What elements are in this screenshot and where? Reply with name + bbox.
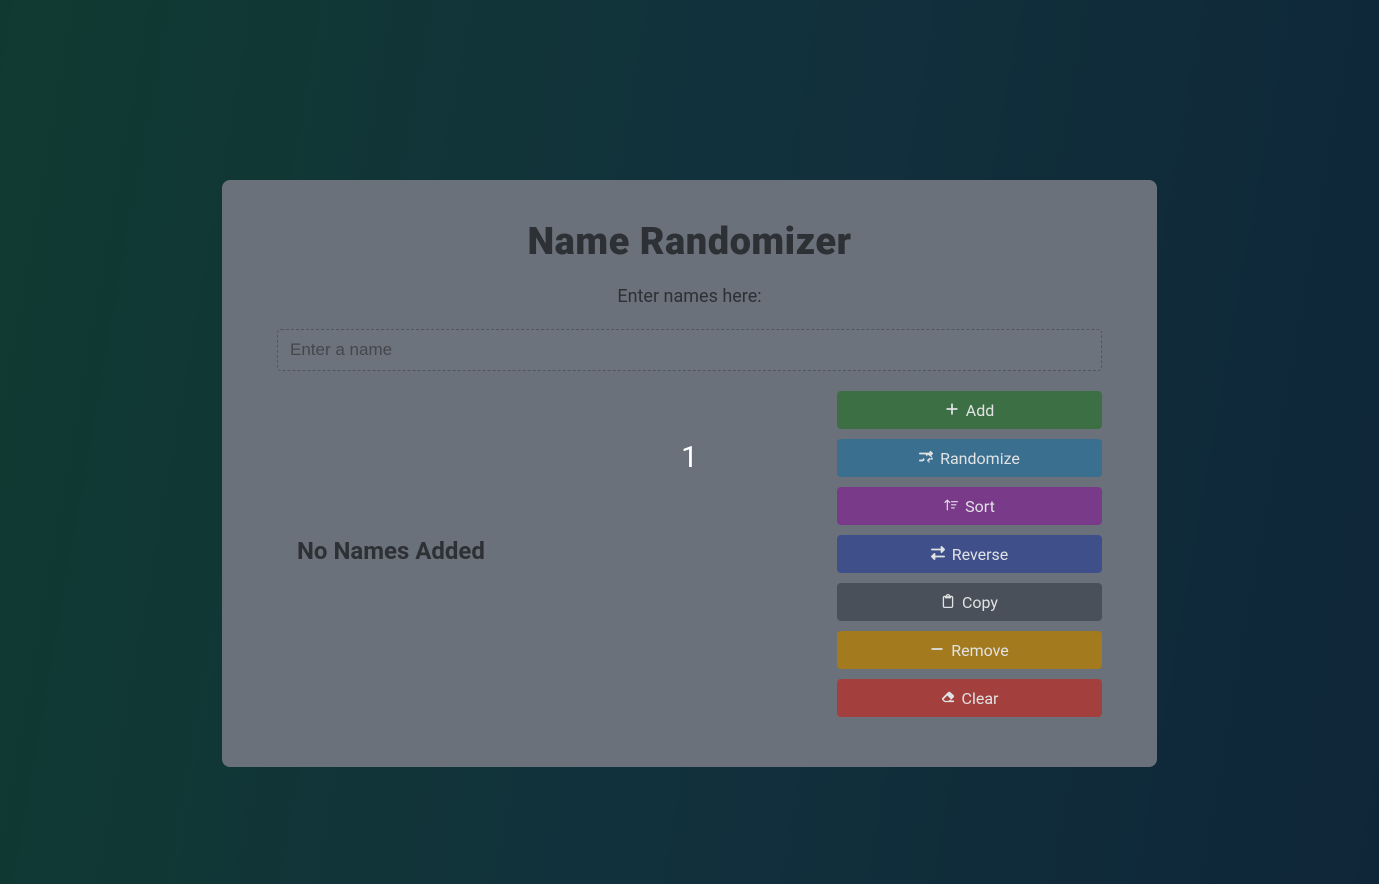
minus-icon [930, 641, 944, 660]
reverse-button-label: Reverse [952, 545, 1009, 564]
name-input[interactable] [277, 329, 1102, 371]
remove-button-label: Remove [951, 641, 1009, 660]
randomize-button-label: Randomize [940, 449, 1020, 468]
empty-state-message: No Names Added [297, 537, 485, 565]
clear-button[interactable]: Clear [837, 679, 1102, 717]
clipboard-icon [941, 593, 955, 612]
randomize-button[interactable]: Randomize [837, 439, 1102, 477]
names-list-pane: No Names Added [277, 391, 797, 711]
copy-button[interactable]: Copy [837, 583, 1102, 621]
clear-button-label: Clear [962, 689, 999, 708]
app-card: Name Randomizer Enter names here: No Nam… [222, 180, 1157, 767]
eraser-icon [941, 689, 955, 708]
sort-icon [944, 497, 958, 516]
plus-icon [945, 401, 959, 420]
shuffle-icon [919, 449, 933, 468]
modal-overlay: Name Randomizer Enter names here: No Nam… [0, 0, 1379, 884]
input-prompt: Enter names here: [277, 286, 1102, 307]
action-buttons-column: Add Randomize Sort [837, 391, 1102, 717]
app-title: Name Randomizer [277, 220, 1102, 264]
add-button[interactable]: Add [837, 391, 1102, 429]
sort-button-label: Sort [965, 497, 995, 516]
add-button-label: Add [966, 401, 994, 420]
copy-button-label: Copy [962, 593, 998, 612]
sort-button[interactable]: Sort [837, 487, 1102, 525]
content-row: No Names Added Add Randomize [277, 391, 1102, 717]
exchange-icon [931, 545, 945, 564]
reverse-button[interactable]: Reverse [837, 535, 1102, 573]
remove-button[interactable]: Remove [837, 631, 1102, 669]
